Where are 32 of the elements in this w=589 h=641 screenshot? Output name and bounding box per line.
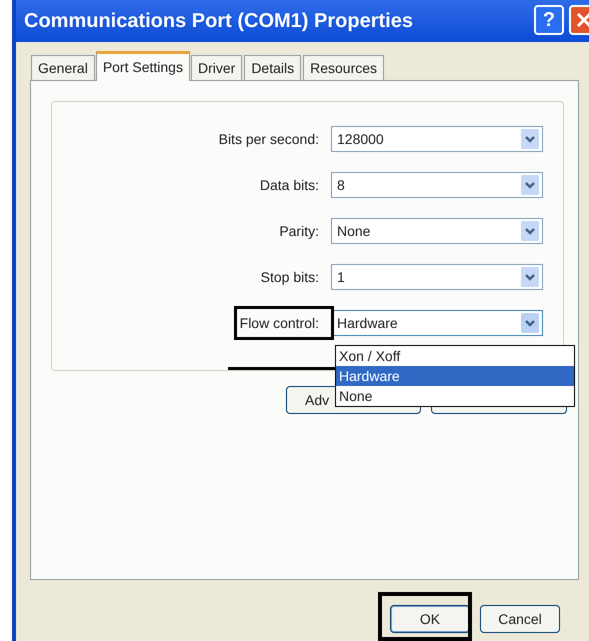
tab[interactable]: Port Settings bbox=[96, 51, 190, 81]
field-value: 8 bbox=[336, 176, 345, 194]
chevron-down-icon bbox=[521, 221, 539, 241]
dropdown-field[interactable]: 8 bbox=[331, 172, 543, 198]
field-value: 128000 bbox=[336, 130, 384, 148]
field-label: Bits per second: bbox=[218, 130, 319, 148]
chevron-down-icon bbox=[521, 313, 539, 333]
field-label: Flow control: bbox=[240, 314, 319, 332]
chevron-down-icon bbox=[521, 267, 539, 287]
dropdown-field[interactable]: None bbox=[331, 218, 543, 244]
window-title: Communications Port (COM1) Properties bbox=[24, 9, 413, 34]
chevron-down-icon bbox=[521, 129, 539, 149]
dropdown-field[interactable]: 128000 bbox=[331, 126, 543, 152]
dropdown-field[interactable]: Hardware bbox=[331, 310, 543, 336]
field-value: 1 bbox=[336, 268, 345, 286]
ok-button[interactable]: OK bbox=[390, 605, 470, 633]
tab[interactable]: Driver bbox=[190, 55, 242, 80]
field-value: None bbox=[336, 222, 370, 240]
help-button[interactable]: ? bbox=[534, 5, 564, 35]
field-label: Data bits: bbox=[260, 176, 319, 194]
field-label: Parity: bbox=[279, 222, 319, 240]
tab[interactable]: Details bbox=[244, 55, 302, 80]
cancel-button[interactable]: Cancel bbox=[480, 605, 560, 633]
tab[interactable]: General bbox=[31, 55, 95, 80]
field-value: Hardware bbox=[336, 314, 398, 332]
field-label: Stop bits: bbox=[260, 268, 319, 286]
chevron-down-icon bbox=[521, 175, 539, 195]
dropdown-option[interactable]: Xon / Xoff bbox=[336, 346, 574, 366]
close-icon bbox=[575, 11, 589, 29]
tab[interactable]: Resources bbox=[303, 55, 384, 80]
dropdown-option[interactable]: Hardware bbox=[336, 366, 574, 386]
dropdown-field[interactable]: 1 bbox=[331, 264, 543, 290]
